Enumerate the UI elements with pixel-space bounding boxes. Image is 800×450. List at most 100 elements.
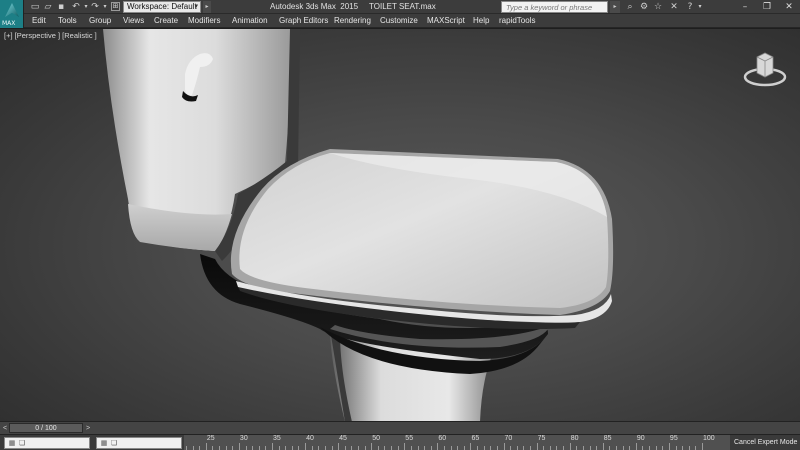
redo-dropdown-icon[interactable]: ▾ xyxy=(99,1,111,13)
ruler-tick xyxy=(258,446,260,450)
ruler-tick xyxy=(563,446,565,450)
ruler-tick xyxy=(503,443,505,450)
cancel-expert-mode-button[interactable]: Cancel Expert Mode xyxy=(734,435,797,450)
toilet-model-render xyxy=(103,29,614,421)
search-placeholder: Type a keyword or phrase xyxy=(506,3,593,12)
chevron-down-icon: ▾ xyxy=(194,3,198,10)
application-button[interactable]: MAX xyxy=(0,0,24,28)
ruler-tick xyxy=(225,446,227,450)
menu-rapidtools[interactable]: rapidTools xyxy=(499,14,535,28)
ruler-tick xyxy=(444,446,445,450)
ruler-tick xyxy=(483,446,485,450)
menu-edit[interactable]: Edit xyxy=(32,14,46,28)
search-input[interactable]: Type a keyword or phrase xyxy=(501,1,608,13)
close-x-icon[interactable]: ✕ xyxy=(668,1,680,13)
menu-help[interactable]: Help xyxy=(473,14,489,28)
maxscript-listener-icon: ▦ xyxy=(8,439,16,447)
ruler-tick xyxy=(424,446,426,450)
ruler-tick xyxy=(530,446,531,450)
ruler-label: 75 xyxy=(537,435,546,442)
binoculars-icon[interactable]: ⌕ xyxy=(624,1,636,13)
workspace-menu-button[interactable]: ▸ xyxy=(203,1,211,13)
viewport-label[interactable]: [+] [Perspective ] [Realistic ] xyxy=(4,31,97,40)
ruler-tick xyxy=(622,446,624,450)
menu-animation[interactable]: Animation xyxy=(232,14,268,28)
ruler-label: 25 xyxy=(206,435,215,442)
ruler-label: 45 xyxy=(339,435,347,442)
title-bar: ▭ ▱ ▪ ↶ ▾ ↷ ▾ ⊞ Workspace: Default ▾ ▸ A… xyxy=(0,0,800,14)
perspective-viewport[interactable]: [+] [Perspective ] [Realistic ] xyxy=(0,28,800,421)
ruler-tick xyxy=(477,446,479,450)
ruler-tick xyxy=(410,446,412,450)
restore-button[interactable]: ❐ xyxy=(756,0,778,14)
ruler-label: 65 xyxy=(471,435,480,442)
ruler-tick xyxy=(186,446,187,450)
time-prev-arrow-icon[interactable]: < xyxy=(1,423,9,434)
menu-modifiers[interactable]: Modifiers xyxy=(188,14,220,28)
ruler-tick xyxy=(291,446,293,450)
ruler-tick xyxy=(682,446,684,450)
ruler-label: 50 xyxy=(372,435,381,442)
3ds-max-window: ▭ ▱ ▪ ↶ ▾ ↷ ▾ ⊞ Workspace: Default ▾ ▸ A… xyxy=(0,0,800,450)
help-dropdown-icon[interactable]: ▾ xyxy=(694,1,706,13)
menu-create[interactable]: Create xyxy=(154,14,178,28)
track-bar[interactable]: 25 30 35 40 45 50 55 60 65 70 75 80 85 90 95 100 xyxy=(184,434,730,450)
time-slider-bar: < 0 / 100 > xyxy=(0,421,800,434)
workspace-dropdown[interactable]: Workspace: Default ▾ xyxy=(123,1,201,13)
minimize-button[interactable]: – xyxy=(734,0,756,14)
open-file-icon[interactable]: ▱ xyxy=(42,1,54,13)
menu-customize[interactable]: Customize xyxy=(380,14,418,28)
ruler-tick xyxy=(649,446,651,450)
viewcube-icon[interactable] xyxy=(740,45,790,95)
ruler-tick xyxy=(635,443,637,450)
listener-mini-2[interactable]: ▦ ❏ xyxy=(96,437,182,449)
menu-views[interactable]: Views xyxy=(123,14,144,28)
ruler-tick xyxy=(364,446,366,450)
ruler-label: 90 xyxy=(636,435,645,442)
close-button[interactable]: ✕ xyxy=(778,0,800,14)
ruler-tick xyxy=(702,443,703,450)
menu-rendering[interactable]: Rendering xyxy=(334,14,371,28)
ruler-tick xyxy=(245,446,247,450)
status-area: Cancel Expert Mode xyxy=(730,434,800,450)
ruler-tick xyxy=(688,446,690,450)
subscription-center-icon[interactable]: ⚙ xyxy=(638,1,650,13)
ruler-tick xyxy=(371,443,373,450)
menu-graph-editors[interactable]: Graph Editors xyxy=(279,14,328,28)
ruler-tick xyxy=(490,446,492,450)
ruler-tick xyxy=(668,443,670,450)
ruler-tick xyxy=(219,446,221,450)
ruler-tick xyxy=(351,446,353,450)
ruler-tick xyxy=(298,446,300,450)
ruler-tick xyxy=(324,446,326,450)
ruler-label: 30 xyxy=(239,435,248,442)
ruler-tick xyxy=(265,446,267,450)
ruler-tick xyxy=(609,446,611,450)
ruler-tick xyxy=(377,446,379,450)
ruler-tick xyxy=(556,446,558,450)
star-icon[interactable]: ☆ xyxy=(652,1,664,13)
time-slider[interactable]: 0 / 100 xyxy=(9,423,83,433)
menu-maxscript[interactable]: MAXScript xyxy=(427,14,465,28)
ruler-tick xyxy=(192,446,194,450)
save-icon[interactable]: ▪ xyxy=(55,1,67,13)
time-next-arrow-icon[interactable]: > xyxy=(84,423,92,434)
ruler-tick xyxy=(675,446,677,450)
ruler-tick xyxy=(272,443,273,450)
ruler-tick xyxy=(238,443,240,450)
ruler-label: 70 xyxy=(504,435,513,442)
project-folder-icon[interactable]: ⊞ xyxy=(111,2,120,11)
ruler-tick xyxy=(510,446,512,450)
ruler-tick xyxy=(576,446,578,450)
ruler-tick xyxy=(463,446,465,450)
logo-text: MAX xyxy=(2,20,16,27)
ruler-label: 55 xyxy=(405,435,414,442)
listener-mini-1[interactable]: ▦ ❏ xyxy=(4,437,90,449)
menu-tools[interactable]: Tools xyxy=(58,14,77,28)
menu-group[interactable]: Group xyxy=(89,14,111,28)
ruler-tick xyxy=(655,446,657,450)
ruler-tick xyxy=(589,446,591,450)
search-dropdown-button[interactable]: ▸ xyxy=(610,1,620,13)
new-file-icon[interactable]: ▭ xyxy=(29,1,41,13)
ruler-tick xyxy=(252,446,254,450)
